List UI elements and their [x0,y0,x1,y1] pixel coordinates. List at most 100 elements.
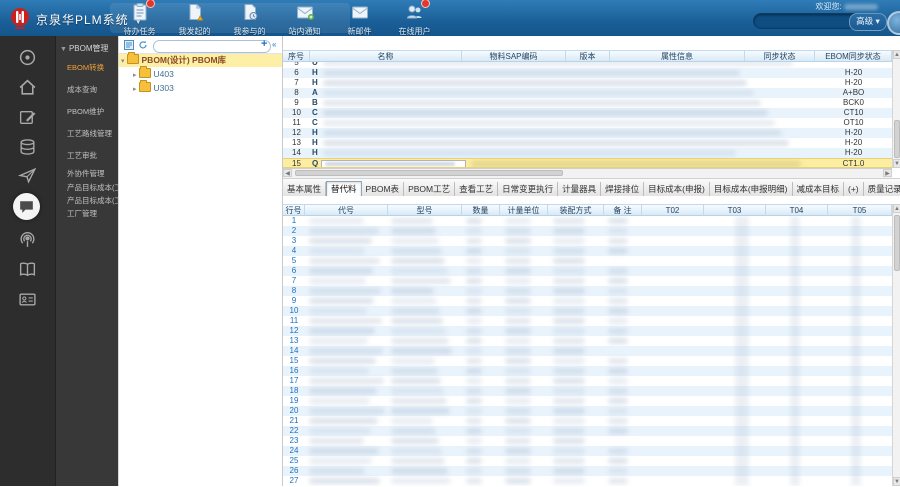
global-search-input[interactable] [753,13,861,29]
menu-item-3[interactable]: PBOM维护 [67,106,119,117]
bottom-table-row-21[interactable]: 21 [283,416,892,426]
inline-edit-box[interactable] [321,160,466,167]
column-header-1[interactable]: 序号 [283,50,310,62]
search-advanced-button[interactable]: 高级 ▾ [849,13,887,31]
tab-7[interactable]: 计量器具 [558,182,602,196]
menu-item-9[interactable]: 工厂管理 [67,208,119,219]
tab-4[interactable]: PBOM工艺 [404,182,456,196]
column-header-2[interactable]: 名称 [310,50,462,62]
tree-search-input[interactable] [153,40,271,53]
bottom-table-row-2[interactable]: 2 [283,226,892,236]
top-table-row-8[interactable]: 8 A A+BO [283,88,892,98]
column-header-7[interactable]: EBOM同步状态 [815,50,892,62]
bottom-table-row-1[interactable]: 1 [283,216,892,226]
menu-item-1[interactable]: EBOM转换 [67,62,119,73]
column-header-1[interactable]: 行号 [283,204,305,216]
bottom-table-row-27[interactable]: 27 [283,476,892,486]
tab-2[interactable]: 替代料 [326,181,362,196]
scroll-up-icon[interactable]: ▲ [893,50,900,59]
bottom-table-row-9[interactable]: 9 [283,296,892,306]
bottom-table-row-11[interactable]: 11 [283,316,892,326]
tab-1[interactable]: 基本属性 [283,182,327,196]
scroll-down-icon[interactable]: ▼ [893,159,900,168]
toolbar-button-2[interactable]: 我发起的 [167,2,222,36]
bottom-table-row-17[interactable]: 17 [283,376,892,386]
top-table-row-14[interactable]: 14 H H-20 [283,148,892,158]
column-header-11[interactable]: T05 [828,204,892,216]
scroll-up-icon[interactable]: ▲ [893,204,900,213]
column-header-9[interactable]: T03 [704,204,766,216]
bottom-table-vscrollbar[interactable]: ▲ ▼ [892,204,900,486]
broadcast-icon[interactable] [18,230,37,249]
database-icon[interactable] [18,138,37,157]
toolbar-button-3[interactable]: 我参与的 [222,2,277,36]
tab-11[interactable]: 减成本目标 [793,182,845,196]
toolbar-button-5[interactable]: 新邮件 [332,2,387,36]
bottom-table-row-25[interactable]: 25 [283,456,892,466]
bottom-table-row-12[interactable]: 12 [283,326,892,336]
bottom-table-row-18[interactable]: 18 [283,386,892,396]
bottom-table-row-22[interactable]: 22 [283,426,892,436]
tab-12[interactable]: (+) [844,182,864,196]
top-table-row-6[interactable]: 6 H H-20 [283,68,892,78]
column-header-5[interactable]: 计量单位 [500,204,548,216]
menu-item-6[interactable]: 外协件管理 [67,168,119,179]
tree-collapse-button[interactable]: « [272,40,276,49]
toolbar-button-4[interactable]: 站内通知 [277,2,332,36]
column-header-4[interactable]: 数量 [462,204,500,216]
column-header-10[interactable]: T04 [766,204,828,216]
tree-refresh-icon[interactable] [138,40,148,50]
bottom-table-row-23[interactable]: 23 [283,436,892,446]
send-icon[interactable] [17,166,37,185]
user-avatar[interactable] [887,11,900,35]
bottom-table-row-3[interactable]: 3 [283,236,892,246]
bottom-table-row-16[interactable]: 16 [283,366,892,376]
bottom-table-row-10[interactable]: 10 [283,306,892,316]
rail-active-item[interactable] [13,193,40,220]
menu-item-8[interactable]: 产品目标成本(工厂)维护 [67,195,119,206]
bottom-table-row-24[interactable]: 24 [283,446,892,456]
menu-item-5[interactable]: 工艺审批 [67,150,119,161]
top-table-row-11[interactable]: 11 C OT10 [283,118,892,128]
column-header-3[interactable]: 物料SAP编码 [462,50,566,62]
tab-10[interactable]: 目标成本(申报明细) [710,182,793,196]
column-header-2[interactable]: 代号 [305,204,388,216]
scroll-down-icon[interactable]: ▼ [893,477,900,486]
tab-5[interactable]: 查看工艺 [455,182,499,196]
menu-item-4[interactable]: 工艺路线管理 [67,128,119,139]
tab-13[interactable]: 质量记录 [864,182,900,196]
tab-6[interactable]: 日常变更执行 [498,182,559,196]
tab-3[interactable]: PBOM表 [362,182,405,196]
tab-9[interactable]: 目标成本(申报) [644,182,710,196]
tree-list-icon[interactable] [124,40,134,50]
bottom-table-row-6[interactable]: 6 [283,266,892,276]
bottom-table-row-20[interactable]: 20 [283,406,892,416]
tab-8[interactable]: 焊接排位 [601,182,645,196]
column-header-8[interactable]: T02 [642,204,704,216]
bottom-table-row-8[interactable]: 8 [283,286,892,296]
toolbar-button-1[interactable]: 待办任务 [112,0,167,36]
app-center-icon[interactable] [18,48,37,67]
top-table-row-12[interactable]: 12 H H-20 [283,128,892,138]
top-table-row-10[interactable]: 10 C CT10 [283,108,892,118]
menu-item-7[interactable]: 产品目标成本(工厂)查看 [67,182,119,193]
bottom-table-row-26[interactable]: 26 [283,466,892,476]
column-header-3[interactable]: 型号 [388,204,462,216]
book-icon[interactable] [18,260,37,279]
top-table-row-9[interactable]: 9 B BCK0 [283,98,892,108]
column-header-7[interactable]: 备 注 [604,204,642,216]
bottom-table-row-19[interactable]: 19 [283,396,892,406]
column-header-4[interactable]: 版本 [566,50,610,62]
bottom-table-row-14[interactable]: 14 [283,346,892,356]
toolbar-button-6[interactable]: 在线用户 [387,0,442,36]
top-table-row-15[interactable]: 15 Q CT1.0 [283,158,892,168]
bottom-table-row-4[interactable]: 4 [283,246,892,256]
menu-header[interactable]: ▼ PBOM管理 [60,43,118,54]
tree-node-U403[interactable]: ▸ U403 [131,66,281,81]
bottom-table-row-7[interactable]: 7 [283,276,892,286]
column-header-5[interactable]: 属性信息 [610,50,745,62]
scroll-right-icon[interactable]: ▶ [883,169,892,177]
column-header-6[interactable]: 装配方式 [548,204,604,216]
tree-add-button[interactable]: + [261,38,267,50]
bottom-table-row-15[interactable]: 15 [283,356,892,366]
